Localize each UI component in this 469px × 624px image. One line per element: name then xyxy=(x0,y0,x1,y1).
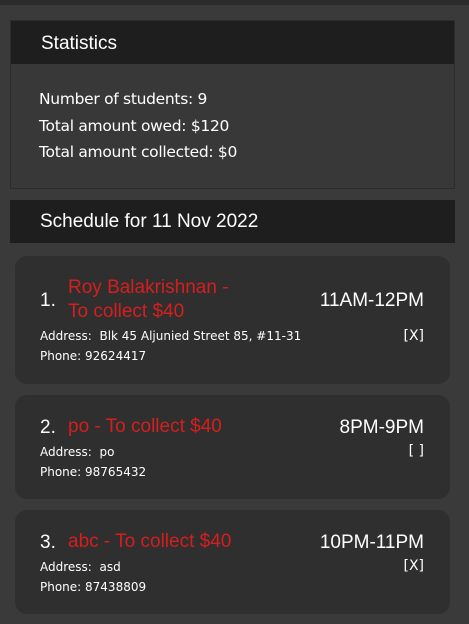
schedule-header: Schedule for 11 Nov 2022 xyxy=(10,200,455,243)
number-of-students: Number of students: 9 xyxy=(39,90,208,108)
total-amount-owed: Total amount owed: $120 xyxy=(39,117,230,135)
card-student-name-continued: To collect $40 xyxy=(68,301,185,322)
card-attendance-mark[interactable]: [ ] xyxy=(409,443,424,459)
schedule-card[interactable]: 2. po - To collect $40 8PM-9PM [ ] Addre… xyxy=(15,395,450,499)
card-time: 10PM-11PM xyxy=(319,532,424,553)
schedule-card[interactable]: 3. abc - To collect $40 10PM-11PM [X] Ad… xyxy=(15,510,450,614)
card-student-name: po - To collect $40 xyxy=(68,416,222,437)
card-phone: Phone: 98765432 xyxy=(40,465,147,479)
card-attendance-mark[interactable]: [X] xyxy=(403,558,424,574)
card-time: 11AM-12PM xyxy=(319,290,424,311)
card-time: 8PM-9PM xyxy=(339,417,424,438)
card-index: 1. xyxy=(40,290,56,311)
card-index: 3. xyxy=(40,532,56,553)
card-address: Address: asd xyxy=(40,560,121,574)
schedule-title: Schedule for 11 Nov 2022 xyxy=(40,211,259,232)
total-amount-collected: Total amount collected: $0 xyxy=(39,143,238,161)
card-student-name: abc - To collect $40 xyxy=(68,531,232,552)
card-phone: Phone: 92624417 xyxy=(40,349,147,363)
card-attendance-mark[interactable]: [X] xyxy=(403,328,424,344)
card-address: Address: po xyxy=(40,445,115,459)
window-top-strip xyxy=(0,0,469,5)
card-address: Address: Blk 45 Aljunied Street 85, #11-… xyxy=(40,329,302,343)
schedule-card[interactable]: 1. Roy Balakrishnan - To collect $40 11A… xyxy=(15,256,450,384)
card-phone: Phone: 87438809 xyxy=(40,580,147,594)
statistics-panel: Statistics Number of students: 9 Total a… xyxy=(10,20,455,189)
statistics-header: Statistics xyxy=(11,21,454,64)
statistics-title: Statistics xyxy=(41,33,118,54)
card-student-name: Roy Balakrishnan - xyxy=(68,277,229,298)
card-index: 2. xyxy=(40,417,56,438)
